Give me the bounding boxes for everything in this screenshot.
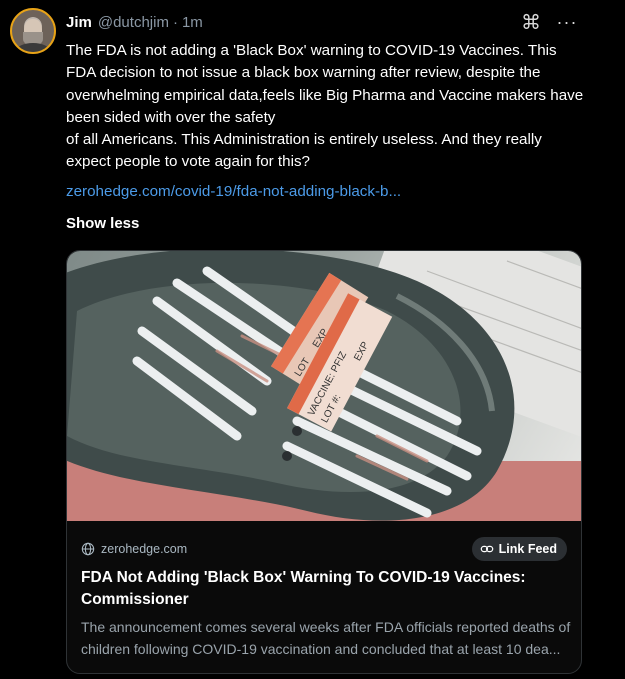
card-title[interactable]: FDA Not Adding 'Black Box' Warning To CO… xyxy=(81,567,561,611)
show-less-button[interactable]: Show less xyxy=(66,215,139,232)
link-chain-icon xyxy=(480,545,493,553)
card-description: The announcement comes several weeks aft… xyxy=(81,619,571,657)
author-handle[interactable]: @dutchjim xyxy=(98,14,169,31)
globe-icon xyxy=(81,542,95,556)
post-body-paragraph-2: of all Americans. This Administration is… xyxy=(66,131,542,171)
post-time[interactable]: 1m xyxy=(182,14,203,31)
card-meta: zerohedge.com Link Feed xyxy=(81,536,567,562)
post-body: The FDA is not adding a 'Black Box' warn… xyxy=(66,40,590,174)
card-domain: zerohedge.com xyxy=(101,542,188,556)
link-feed-button[interactable]: Link Feed xyxy=(471,537,567,561)
more-options-icon[interactable]: ··· xyxy=(556,12,578,34)
command-icon[interactable]: ⌘ xyxy=(520,12,542,34)
author-avatar[interactable] xyxy=(10,8,56,54)
link-preview-card[interactable]: LOT EXP VACCINE: PFIZ LOT #: EXP zerohed… xyxy=(66,250,582,674)
vaccine-syringes-photo: LOT EXP VACCINE: PFIZ LOT #: EXP xyxy=(67,251,581,521)
meta-separator: · xyxy=(172,13,178,31)
post-body-paragraph-1: The FDA is not adding a 'Black Box' warn… xyxy=(66,42,584,126)
link-feed-label: Link Feed xyxy=(498,542,557,556)
post: Jim @dutchjim · 1m ⌘ ··· The FDA is not … xyxy=(0,0,625,679)
post-link[interactable]: zerohedge.com/covid-19/fda-not-adding-bl… xyxy=(66,183,401,200)
card-image[interactable]: LOT EXP VACCINE: PFIZ LOT #: EXP xyxy=(67,251,581,521)
avatar-body xyxy=(16,43,50,52)
author-name[interactable]: Jim xyxy=(66,14,92,31)
